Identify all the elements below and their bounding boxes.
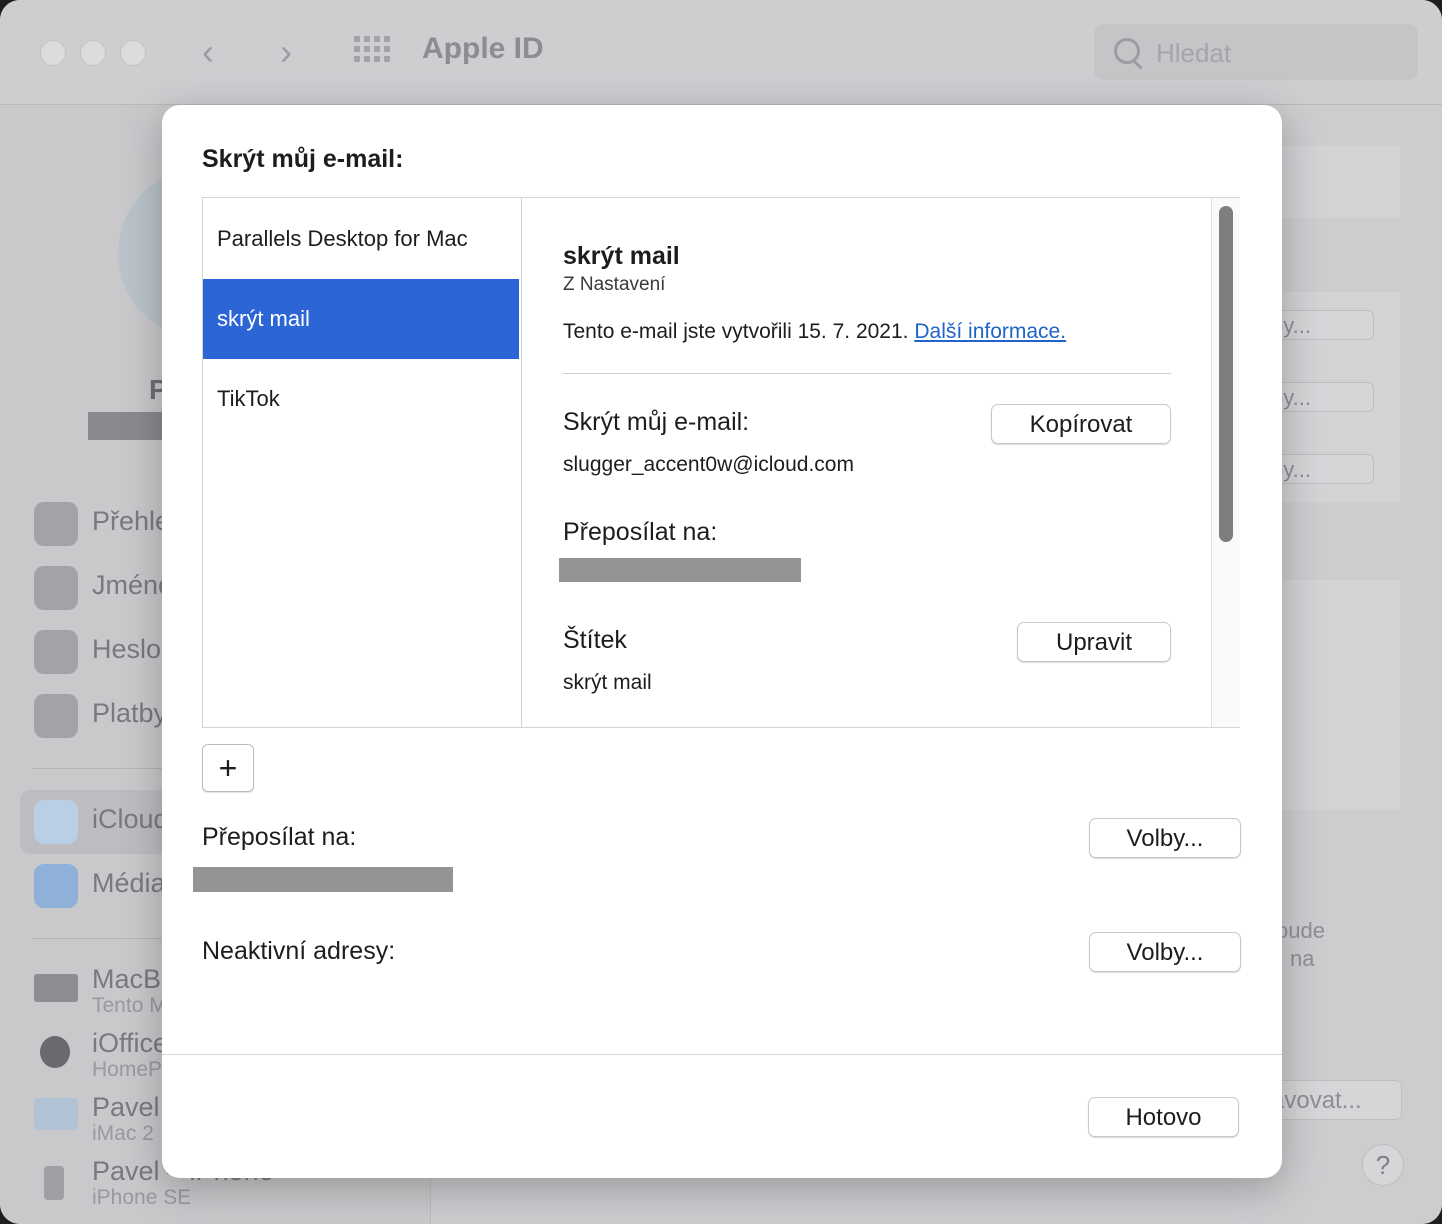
search-icon [1114,38,1140,64]
detail-divider [563,373,1171,374]
sheet-footer-divider [162,1054,1282,1055]
more-info-link[interactable]: Další informace. [914,320,1066,343]
forward-options-button[interactable]: Volby... [1089,818,1241,858]
sidebar-item-label: Média [92,868,166,898]
edit-button[interactable]: Upravit [1017,622,1171,662]
list-item-selected[interactable]: skrýt mail [203,279,519,359]
hidden-email-address: slugger_accent0w@icloud.com [563,453,854,476]
address-list: Parallels Desktop for Mac skrýt mail Tik… [203,198,522,727]
background-text: oude [1276,918,1325,943]
appstore-icon [34,864,78,908]
show-all-grid-icon[interactable] [354,36,392,66]
minimize-window-button[interactable] [80,40,106,66]
sidebar-item-label: Heslo [92,634,162,664]
person-icon [34,566,78,610]
card-icon [34,694,78,738]
device-model: HomeP [92,1058,163,1081]
system-preferences-window: ‹ › Apple ID Hledat P Přehle Jméno Heslo… [0,0,1442,1224]
addresses-table: Parallels Desktop for Mac skrýt mail Tik… [202,197,1240,728]
apple-icon [34,502,78,546]
detail-subtitle: Z Nastavení [563,274,666,295]
inactive-options-button[interactable]: Volby... [1089,932,1241,972]
sidebar-item-label: iCloud [92,804,169,834]
sheet-title: Skrýt můj e-mail: [202,145,404,173]
tag-label: Štítek [563,626,627,654]
hide-my-email-sheet: Skrýt můj e-mail: Parallels Desktop for … [162,105,1282,1178]
homepod-icon [40,1036,70,1068]
redacted-forward-address [193,867,453,892]
list-item[interactable]: Parallels Desktop for Mac [203,199,519,279]
tag-value: skrýt mail [563,671,652,694]
hide-email-label: Skrýt můj e-mail: [563,408,750,436]
forward-to-label: Přeposílat na: [202,823,357,851]
created-text: Tento e-mail jste vytvořili 15. 7. 2021. [563,320,909,343]
redacted-forward-address [559,558,801,582]
created-info: Tento e-mail jste vytvořili 15. 7. 2021.… [563,320,1066,344]
inactive-addresses-label: Neaktivní adresy: [202,937,396,965]
address-detail: skrýt mail Z Nastavení Tento e-mail jste… [523,198,1211,727]
copy-button[interactable]: Kopírovat [991,404,1171,444]
cloud-icon [34,800,78,844]
scroll-thumb[interactable] [1219,206,1233,542]
iphone-icon [44,1166,64,1200]
zoom-window-button[interactable] [120,40,146,66]
done-button[interactable]: Hotovo [1088,1097,1239,1137]
laptop-icon [34,974,78,1002]
detail-title: skrýt mail [563,242,680,270]
help-button[interactable]: ? [1362,1144,1404,1186]
lock-icon [34,630,78,674]
device-name: iOffice [92,1028,169,1058]
forward-to-label: Přeposílat na: [563,518,718,546]
add-address-button[interactable]: + [202,744,254,792]
list-item[interactable]: TikTok [203,359,519,439]
window-title: Apple ID [422,32,544,65]
sidebar-item-label: Jméno [92,570,174,600]
detail-scrollbar[interactable] [1211,198,1240,727]
imac-icon [34,1098,78,1130]
sidebar-item-label: Přehle [92,506,171,536]
search-placeholder: Hledat [1156,38,1232,68]
search-field[interactable]: Hledat [1094,24,1418,80]
sidebar-item-label: Platby [92,698,168,728]
device-model: iMac 2 [92,1122,154,1145]
close-window-button[interactable] [40,40,66,66]
background-text: na [1290,946,1315,971]
device-model: Tento M [92,994,167,1017]
device-model: iPhone SE [92,1186,192,1209]
back-arrow-icon[interactable]: ‹ [202,32,214,72]
background-manage-button[interactable]: avovat... [1262,1080,1402,1120]
title-bar: ‹ › Apple ID Hledat [0,0,1442,105]
device-name: Pavel [92,1092,160,1122]
forward-arrow-icon[interactable]: › [280,32,292,72]
